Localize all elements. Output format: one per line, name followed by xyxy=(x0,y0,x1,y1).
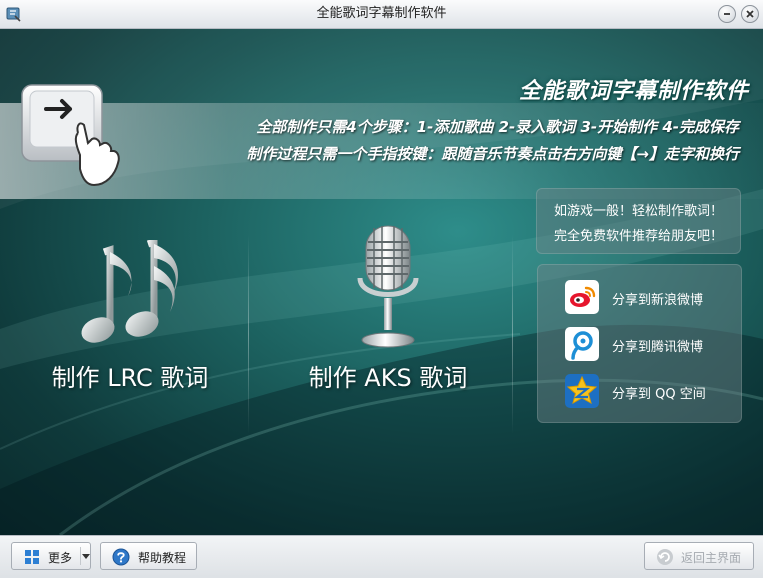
window-title: 全能歌词字幕制作软件 xyxy=(316,6,447,21)
qzone-icon xyxy=(565,374,599,408)
promo-text: 完全免费软件推荐给朋友吧！ xyxy=(553,229,723,244)
windows-grid-icon xyxy=(25,550,39,564)
arrow-key-hand-icon xyxy=(21,84,120,187)
help-label: 帮助教程 xyxy=(138,551,187,565)
steps-text: 全部制作只需4个步骤：1-添加歌曲 2-录入歌词 3-开始制作 4-完成保存 xyxy=(256,118,739,136)
tencent-weibo-icon xyxy=(565,327,599,361)
make-aks-label: 制作 AKS 歌词 xyxy=(308,364,468,392)
tip-text: 制作过程只需一个手指按键：跟随音乐节奏点击右方向键【→】走字和换行 xyxy=(246,145,739,163)
music-note-icon xyxy=(81,240,178,343)
help-tutorial-button[interactable]: 帮助教程 xyxy=(100,542,197,570)
more-button[interactable]: 更多 xyxy=(11,542,91,570)
refresh-arrow-icon xyxy=(657,549,673,565)
dropdown-arrow-icon[interactable] xyxy=(82,554,90,560)
make-lrc-label: 制作 LRC 歌词 xyxy=(51,364,209,392)
minimize-button[interactable] xyxy=(718,5,736,23)
close-button[interactable] xyxy=(741,5,759,23)
promo-box: 如游戏一般！轻松制作歌词！ 完全免费软件推荐给朋友吧！ xyxy=(536,188,741,254)
minimize-icon xyxy=(724,13,730,15)
share-sina-weibo-button[interactable]: 分享到新浪微博 xyxy=(565,280,730,314)
bottom-toolbar: 更多 帮助教程 返回主界面 xyxy=(0,535,763,578)
share-sina-label: 分享到新浪微博 xyxy=(612,293,704,308)
share-tencent-label: 分享到腾讯微博 xyxy=(612,340,704,355)
title-bar: 全能歌词字幕制作软件 xyxy=(0,0,763,29)
return-home-label: 返回主界面 xyxy=(681,551,742,565)
make-lrc-button[interactable]: 制作 LRC 歌词 xyxy=(10,214,250,414)
dropdown-separator xyxy=(80,547,81,565)
close-icon xyxy=(746,10,754,18)
share-qzone-button[interactable]: 分享到 QQ 空间 xyxy=(565,374,730,408)
share-tencent-weibo-button[interactable]: 分享到腾讯微博 xyxy=(565,327,730,361)
app-window: 全能歌词字幕制作软件 全能歌词字幕制作软件 全部制作只需4个步骤：1-添加歌曲 … xyxy=(0,0,763,578)
share-qzone-label: 分享到 QQ 空间 xyxy=(612,387,706,402)
microphone-icon xyxy=(357,225,419,348)
main-panel: 全能歌词字幕制作软件 全部制作只需4个步骤：1-添加歌曲 2-录入歌词 3-开始… xyxy=(0,29,763,535)
divider xyxy=(248,234,249,434)
divider xyxy=(512,234,513,434)
more-label: 更多 xyxy=(48,551,73,565)
help-icon xyxy=(112,548,130,566)
make-aks-button[interactable]: 制作 AKS 歌词 xyxy=(268,214,508,414)
sina-weibo-icon xyxy=(565,280,599,314)
return-home-button[interactable]: 返回主界面 xyxy=(644,542,754,570)
brand-title: 全能歌词字幕制作软件 xyxy=(518,79,749,104)
promo-text: 如游戏一般！轻松制作歌词！ xyxy=(553,204,723,219)
share-panel: 分享到新浪微博 分享到腾讯微博 分享到 QQ 空间 xyxy=(537,264,742,423)
